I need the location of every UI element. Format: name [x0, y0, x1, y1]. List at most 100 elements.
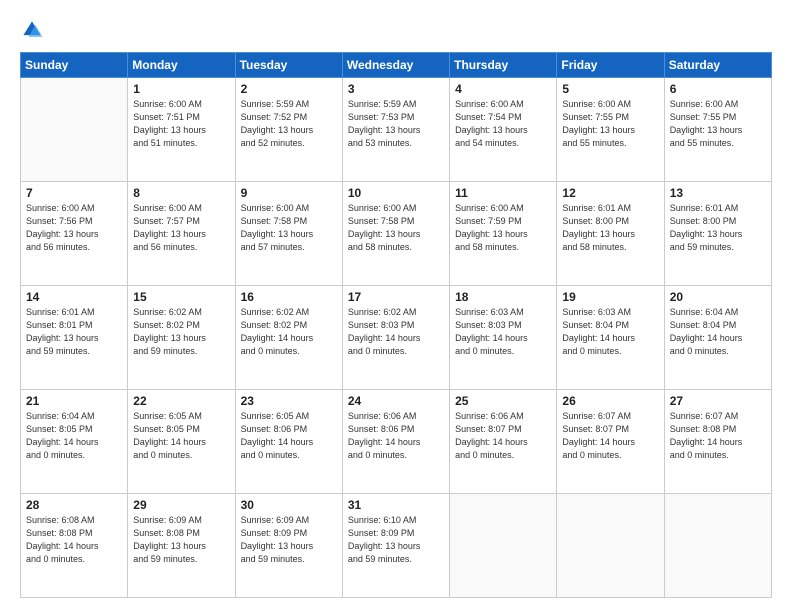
- weekday-header-saturday: Saturday: [664, 53, 771, 78]
- calendar-cell: [664, 494, 771, 598]
- logo-icon: [20, 18, 44, 42]
- calendar-cell: 23 Sunrise: 6:05 AM Sunset: 8:06 PM Dayli…: [235, 390, 342, 494]
- day-info: Sunrise: 6:00 AM Sunset: 7:51 PM Dayligh…: [133, 98, 229, 150]
- calendar-cell: 7Sunrise: 6:00 AM Sunset: 7:56 PM Daylig…: [21, 182, 128, 286]
- day-number: 25: [455, 394, 551, 408]
- calendar-cell: 4 Sunrise: 6:00 AM Sunset: 7:54 PM Daylig…: [450, 78, 557, 182]
- weekday-header-wednesday: Wednesday: [342, 53, 449, 78]
- day-info: Sunrise: 6:05 AM Sunset: 8:06 PM Dayligh…: [241, 410, 337, 462]
- day-info: Sunrise: 6:03 AM Sunset: 8:03 PM Dayligh…: [455, 306, 551, 358]
- calendar-cell: 8 Sunrise: 6:00 AM Sunset: 7:57 PM Daylig…: [128, 182, 235, 286]
- calendar-cell: 17 Sunrise: 6:02 AM Sunset: 8:03 PM Dayli…: [342, 286, 449, 390]
- day-info: Sunrise: 6:02 AM Sunset: 8:03 PM Dayligh…: [348, 306, 444, 358]
- day-info: Sunrise: 6:00 AM Sunset: 7:58 PM Dayligh…: [348, 202, 444, 254]
- calendar-cell: 30Sunrise: 6:09 AM Sunset: 8:09 PM Dayli…: [235, 494, 342, 598]
- day-info: Sunrise: 6:00 AM Sunset: 7:58 PM Dayligh…: [241, 202, 337, 254]
- logo: [20, 18, 48, 42]
- calendar-cell: [450, 494, 557, 598]
- day-number: 17: [348, 290, 444, 304]
- day-info: Sunrise: 6:07 AM Sunset: 8:08 PM Dayligh…: [670, 410, 766, 462]
- calendar-cell: 9 Sunrise: 6:00 AM Sunset: 7:58 PM Daylig…: [235, 182, 342, 286]
- day-number: 22: [133, 394, 229, 408]
- weekday-header-row: SundayMondayTuesdayWednesdayThursdayFrid…: [21, 53, 772, 78]
- calendar-table: SundayMondayTuesdayWednesdayThursdayFrid…: [20, 52, 772, 598]
- day-info: Sunrise: 6:05 AM Sunset: 8:05 PM Dayligh…: [133, 410, 229, 462]
- day-number: 14: [26, 290, 122, 304]
- calendar-cell: 15 Sunrise: 6:02 AM Sunset: 8:02 PM Dayli…: [128, 286, 235, 390]
- calendar-cell: 26 Sunrise: 6:07 AM Sunset: 8:07 PM Dayli…: [557, 390, 664, 494]
- day-info: Sunrise: 6:06 AM Sunset: 8:07 PM Dayligh…: [455, 410, 551, 462]
- calendar-cell: 5Sunrise: 6:00 AM Sunset: 7:55 PM Daylig…: [557, 78, 664, 182]
- day-number: 28: [26, 498, 122, 512]
- calendar-cell: 2 Sunrise: 5:59 AM Sunset: 7:52 PM Daylig…: [235, 78, 342, 182]
- calendar-cell: 22 Sunrise: 6:05 AM Sunset: 8:05 PM Dayli…: [128, 390, 235, 494]
- calendar-cell: 21Sunrise: 6:04 AM Sunset: 8:05 PM Dayli…: [21, 390, 128, 494]
- weekday-header-thursday: Thursday: [450, 53, 557, 78]
- day-info: Sunrise: 6:02 AM Sunset: 8:02 PM Dayligh…: [241, 306, 337, 358]
- calendar-cell: 20Sunrise: 6:04 AM Sunset: 8:04 PM Dayli…: [664, 286, 771, 390]
- calendar-cell: 6 Sunrise: 6:00 AM Sunset: 7:55 PM Daylig…: [664, 78, 771, 182]
- calendar-cell: 16 Sunrise: 6:02 AM Sunset: 8:02 PM Dayli…: [235, 286, 342, 390]
- calendar-cell: 3 Sunrise: 5:59 AM Sunset: 7:53 PM Daylig…: [342, 78, 449, 182]
- day-number: 27: [670, 394, 766, 408]
- calendar-cell: 10 Sunrise: 6:00 AM Sunset: 7:58 PM Dayli…: [342, 182, 449, 286]
- calendar-cell: 29 Sunrise: 6:09 AM Sunset: 8:08 PM Dayli…: [128, 494, 235, 598]
- calendar-cell: 14 Sunrise: 6:01 AM Sunset: 8:01 PM Dayli…: [21, 286, 128, 390]
- day-info: Sunrise: 6:07 AM Sunset: 8:07 PM Dayligh…: [562, 410, 658, 462]
- day-number: 9: [241, 186, 337, 200]
- day-number: 23: [241, 394, 337, 408]
- calendar-week-2: 7Sunrise: 6:00 AM Sunset: 7:56 PM Daylig…: [21, 182, 772, 286]
- weekday-header-tuesday: Tuesday: [235, 53, 342, 78]
- calendar-week-4: 21Sunrise: 6:04 AM Sunset: 8:05 PM Dayli…: [21, 390, 772, 494]
- day-number: 16: [241, 290, 337, 304]
- day-info: Sunrise: 6:09 AM Sunset: 8:08 PM Dayligh…: [133, 514, 229, 566]
- day-info: Sunrise: 6:09 AM Sunset: 8:09 PM Dayligh…: [241, 514, 337, 566]
- calendar-cell: 24 Sunrise: 6:06 AM Sunset: 8:06 PM Dayli…: [342, 390, 449, 494]
- day-number: 4: [455, 82, 551, 96]
- day-info: Sunrise: 6:01 AM Sunset: 8:00 PM Dayligh…: [562, 202, 658, 254]
- day-info: Sunrise: 6:00 AM Sunset: 7:55 PM Dayligh…: [562, 98, 658, 150]
- day-number: 6: [670, 82, 766, 96]
- day-info: Sunrise: 5:59 AM Sunset: 7:53 PM Dayligh…: [348, 98, 444, 150]
- day-number: 12: [562, 186, 658, 200]
- calendar-cell: 18 Sunrise: 6:03 AM Sunset: 8:03 PM Dayli…: [450, 286, 557, 390]
- calendar-cell: [557, 494, 664, 598]
- day-number: 13: [670, 186, 766, 200]
- calendar-cell: 11 Sunrise: 6:00 AM Sunset: 7:59 PM Dayli…: [450, 182, 557, 286]
- day-info: Sunrise: 5:59 AM Sunset: 7:52 PM Dayligh…: [241, 98, 337, 150]
- day-number: 7: [26, 186, 122, 200]
- day-info: Sunrise: 6:02 AM Sunset: 8:02 PM Dayligh…: [133, 306, 229, 358]
- calendar-cell: 28Sunrise: 6:08 AM Sunset: 8:08 PM Dayli…: [21, 494, 128, 598]
- day-number: 10: [348, 186, 444, 200]
- day-number: 3: [348, 82, 444, 96]
- header: [20, 18, 772, 42]
- day-number: 2: [241, 82, 337, 96]
- day-info: Sunrise: 6:00 AM Sunset: 7:57 PM Dayligh…: [133, 202, 229, 254]
- day-info: Sunrise: 6:06 AM Sunset: 8:06 PM Dayligh…: [348, 410, 444, 462]
- day-info: Sunrise: 6:00 AM Sunset: 7:55 PM Dayligh…: [670, 98, 766, 150]
- day-info: Sunrise: 6:04 AM Sunset: 8:05 PM Dayligh…: [26, 410, 122, 462]
- day-info: Sunrise: 6:01 AM Sunset: 8:00 PM Dayligh…: [670, 202, 766, 254]
- day-info: Sunrise: 6:00 AM Sunset: 7:59 PM Dayligh…: [455, 202, 551, 254]
- day-number: 19: [562, 290, 658, 304]
- calendar-week-5: 28Sunrise: 6:08 AM Sunset: 8:08 PM Dayli…: [21, 494, 772, 598]
- day-info: Sunrise: 6:00 AM Sunset: 7:54 PM Dayligh…: [455, 98, 551, 150]
- weekday-header-monday: Monday: [128, 53, 235, 78]
- day-number: 11: [455, 186, 551, 200]
- day-info: Sunrise: 6:01 AM Sunset: 8:01 PM Dayligh…: [26, 306, 122, 358]
- day-number: 8: [133, 186, 229, 200]
- day-number: 29: [133, 498, 229, 512]
- day-number: 15: [133, 290, 229, 304]
- weekday-header-sunday: Sunday: [21, 53, 128, 78]
- day-number: 26: [562, 394, 658, 408]
- calendar-cell: 25 Sunrise: 6:06 AM Sunset: 8:07 PM Dayli…: [450, 390, 557, 494]
- calendar-cell: 31Sunrise: 6:10 AM Sunset: 8:09 PM Dayli…: [342, 494, 449, 598]
- calendar-week-3: 14 Sunrise: 6:01 AM Sunset: 8:01 PM Dayli…: [21, 286, 772, 390]
- day-number: 20: [670, 290, 766, 304]
- calendar-cell: [21, 78, 128, 182]
- day-number: 24: [348, 394, 444, 408]
- day-number: 1: [133, 82, 229, 96]
- page: SundayMondayTuesdayWednesdayThursdayFrid…: [0, 0, 792, 612]
- day-number: 18: [455, 290, 551, 304]
- day-info: Sunrise: 6:10 AM Sunset: 8:09 PM Dayligh…: [348, 514, 444, 566]
